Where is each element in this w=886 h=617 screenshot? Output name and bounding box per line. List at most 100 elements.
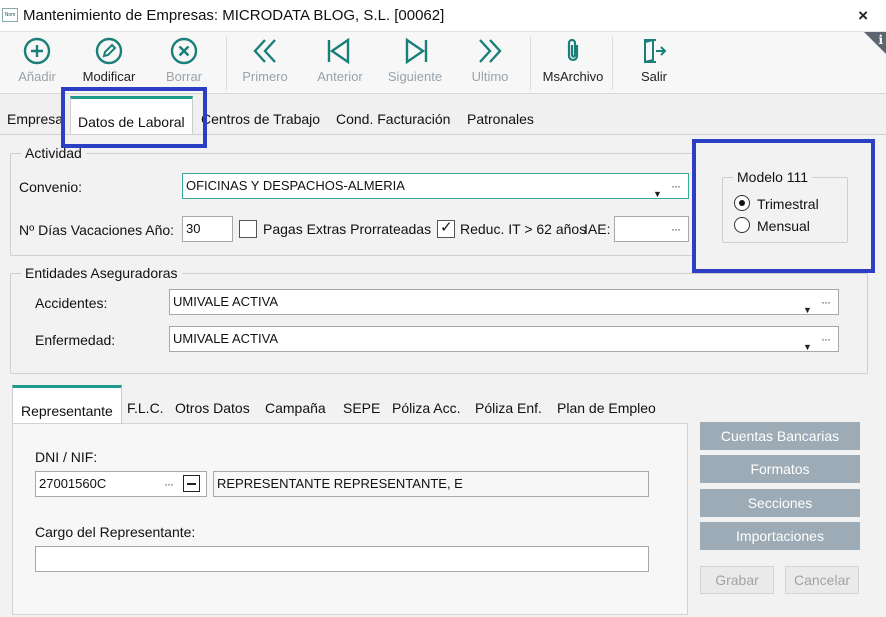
trimestral-label: Trimestral	[757, 196, 819, 212]
grabar-button[interactable]: Grabar	[700, 566, 774, 594]
vacaciones-label: Nº Días Vacaciones Año:	[19, 222, 175, 238]
tab-patronales[interactable]: Patronales	[467, 111, 534, 127]
importaciones-button[interactable]: Importaciones	[700, 522, 860, 550]
exit-button-label: Salir	[640, 69, 667, 84]
cargo-field[interactable]	[35, 546, 649, 572]
cargo-label: Cargo del Representante:	[35, 524, 196, 540]
convenio-value: OFICINAS Y DESPACHOS-ALMERIA	[186, 178, 405, 193]
cuentas-bancarias-button[interactable]: Cuentas Bancarias	[700, 422, 860, 450]
last-button[interactable]: Ultimo	[453, 36, 527, 84]
subtab-representante[interactable]: Representante	[12, 385, 122, 424]
plus-circle-icon	[23, 37, 51, 65]
double-chevron-left-icon	[253, 39, 276, 63]
close-icon[interactable]: ×	[858, 6, 868, 26]
title-bar: Nom Mantenimiento de Empresas: MICRODATA…	[0, 0, 886, 32]
previous-button[interactable]: Anterior	[303, 36, 377, 84]
x-circle-icon	[170, 37, 198, 65]
representante-name-field: REPRESENTANTE REPRESENTANTE, E	[213, 471, 649, 497]
toolbar-separator	[226, 36, 227, 90]
tab-datos-laboral[interactable]: Datos de Laboral	[70, 96, 193, 134]
sub-tabs: Representante F.L.C. Otros Datos Campaña…	[12, 385, 688, 424]
subtab-poliza-acc[interactable]: Póliza Acc.	[392, 400, 460, 416]
ellipsis-icon[interactable]: ···	[821, 290, 831, 314]
add-button[interactable]: Añadir	[0, 36, 74, 84]
subtab-flc[interactable]: F.L.C.	[127, 400, 164, 416]
window-title: Mantenimiento de Empresas: MICRODATA BLO…	[23, 7, 445, 24]
first-button-label: Primero	[242, 69, 288, 84]
dni-field[interactable]: 27001560C ···	[35, 471, 207, 497]
triangle-left-icon	[327, 37, 350, 65]
tab-cond-facturacion[interactable]: Cond. Facturación	[336, 111, 450, 127]
paperclip-icon	[567, 38, 579, 62]
pagas-checkbox[interactable]	[239, 220, 257, 238]
main-panel: Actividad Convenio: OFICINAS Y DESPACHOS…	[0, 134, 886, 617]
mensual-radio[interactable]	[734, 217, 750, 233]
reduc-label: Reduc. IT > 62 años	[460, 221, 587, 237]
mensual-label: Mensual	[757, 218, 810, 234]
next-button-label: Siguiente	[387, 69, 443, 84]
accidentes-label: Accidentes:	[35, 295, 108, 311]
ellipsis-icon[interactable]: ···	[671, 174, 681, 198]
next-button[interactable]: Siguiente	[378, 36, 452, 84]
ellipsis-icon[interactable]: ···	[671, 217, 681, 241]
toolbar: Añadir Modificar Borrar Primero Anterior…	[0, 32, 886, 94]
tab-centros-trabajo[interactable]: Centros de Trabajo	[201, 111, 320, 127]
exit-door-icon	[644, 38, 667, 64]
subtab-poliza-enf[interactable]: Póliza Enf.	[475, 400, 542, 416]
subtab-plan-empleo[interactable]: Plan de Empleo	[557, 400, 656, 416]
accidentes-field[interactable]: UMIVALE ACTIVA ▼ ···	[169, 289, 839, 315]
app-icon: Nom	[2, 8, 18, 22]
triangle-right-icon	[405, 37, 428, 65]
convenio-field[interactable]: OFICINAS Y DESPACHOS-ALMERIA ▼ ···	[182, 173, 689, 199]
dni-value: 27001560C	[39, 476, 107, 491]
iae-label: IAE:	[584, 221, 611, 237]
enfermedad-label: Enfermedad:	[35, 332, 116, 348]
dni-label: DNI / NIF:	[35, 449, 98, 465]
toolbar-separator	[612, 36, 613, 90]
cancelar-button[interactable]: Cancelar	[785, 566, 859, 594]
dropdown-arrow-icon[interactable]: ▼	[653, 182, 662, 206]
info-icon[interactable]: i	[878, 33, 883, 47]
ellipsis-icon[interactable]: ···	[164, 472, 174, 496]
msarchivo-button[interactable]: MsArchivo	[536, 36, 610, 84]
vacaciones-value: 30	[186, 221, 201, 236]
enfermedad-field[interactable]: UMIVALE ACTIVA ▼ ···	[169, 326, 839, 352]
add-button-label: Añadir	[18, 69, 56, 84]
formatos-button[interactable]: Formatos	[700, 455, 860, 483]
first-button[interactable]: Primero	[228, 36, 302, 84]
msarchivo-button-label: MsArchivo	[542, 69, 604, 84]
modify-button-label: Modificar	[82, 69, 136, 84]
actividad-group: Actividad	[10, 145, 696, 256]
tab-empresa[interactable]: Empresa	[7, 111, 63, 127]
last-button-label: Ultimo	[471, 69, 509, 84]
delete-button-label: Borrar	[165, 69, 203, 84]
double-chevron-right-icon	[479, 39, 502, 63]
accidentes-value: UMIVALE ACTIVA	[173, 294, 278, 309]
representante-panel	[12, 423, 688, 615]
dropdown-arrow-icon[interactable]: ▼	[803, 335, 812, 359]
previous-button-label: Anterior	[317, 69, 363, 84]
entidades-title: Entidades Aseguradoras	[21, 265, 182, 281]
delete-button[interactable]: Borrar	[147, 36, 221, 84]
trimestral-radio[interactable]	[734, 195, 750, 211]
main-tabs: Empresa Datos de Laboral Centros de Trab…	[0, 96, 886, 134]
subtab-otros-datos[interactable]: Otros Datos	[175, 400, 250, 416]
enfermedad-value: UMIVALE ACTIVA	[173, 331, 278, 346]
dropdown-arrow-icon[interactable]: ▼	[803, 298, 812, 322]
pagas-label: Pagas Extras Prorrateadas	[263, 221, 432, 237]
exit-button[interactable]: Salir	[617, 36, 691, 84]
toolbar-separator	[530, 36, 531, 90]
modify-button[interactable]: Modificar	[72, 36, 146, 84]
subtab-campana[interactable]: Campaña	[265, 400, 326, 416]
subtab-sepe[interactable]: SEPE	[343, 400, 380, 416]
reduc-checkbox[interactable]: ✓	[437, 219, 455, 238]
clear-representante-button[interactable]	[183, 475, 200, 492]
actividad-title: Actividad	[21, 145, 86, 161]
secciones-button[interactable]: Secciones	[700, 489, 860, 517]
radio-selected-dot	[739, 200, 745, 206]
vacaciones-field[interactable]: 30	[182, 216, 233, 242]
checkmark-icon: ✓	[440, 219, 453, 236]
pencil-circle-icon	[95, 37, 123, 65]
ellipsis-icon[interactable]: ···	[821, 327, 831, 351]
iae-field[interactable]: ···	[614, 216, 689, 242]
